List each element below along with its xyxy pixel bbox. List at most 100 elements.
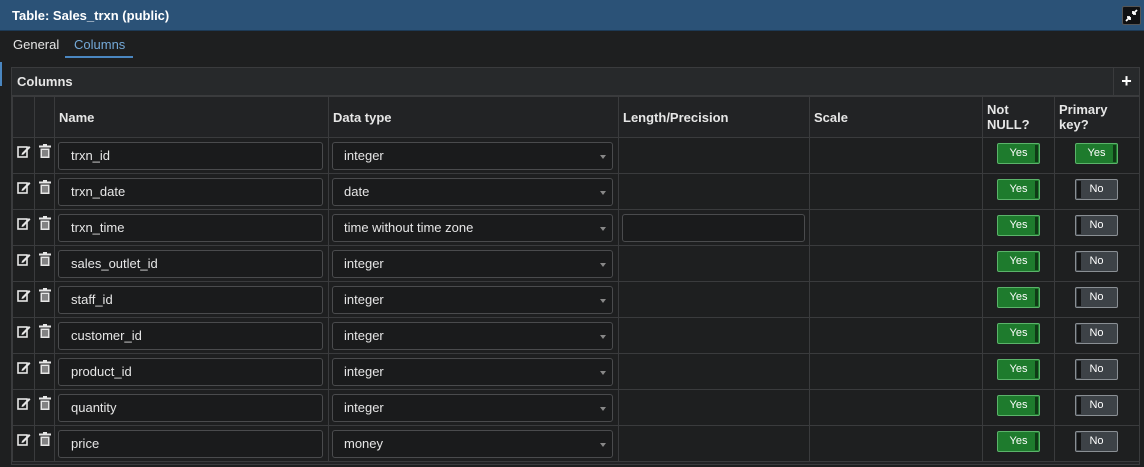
column-name-field[interactable]: trxn_time — [58, 214, 323, 242]
data-type-select[interactable]: integer — [332, 142, 613, 170]
data-type-cell: integer — [328, 389, 619, 426]
dropdown-caret-icon — [600, 335, 606, 339]
delete-cell — [34, 137, 55, 174]
trash-icon[interactable] — [38, 431, 52, 446]
data-type-select[interactable]: time without time zone — [332, 214, 613, 242]
name-cell: trxn_id — [54, 137, 329, 174]
trash-icon[interactable] — [38, 395, 52, 410]
not-null-cell: Yes — [982, 425, 1055, 462]
data-type-select[interactable]: integer — [332, 286, 613, 314]
edit-icon[interactable] — [16, 180, 31, 194]
scale-cell — [809, 245, 983, 282]
data-type-cell: money — [328, 425, 619, 462]
scale-cell — [809, 281, 983, 318]
tab-bar: General Columns — [0, 31, 1144, 59]
not-null-cell: Yes — [982, 137, 1055, 174]
data-type-select[interactable]: integer — [332, 322, 613, 350]
dropdown-caret-icon — [600, 407, 606, 411]
primary-key-toggle[interactable]: No — [1075, 395, 1118, 416]
dropdown-caret-icon — [600, 443, 606, 447]
length-precision-cell — [618, 317, 810, 354]
name-cell: trxn_time — [54, 209, 329, 246]
data-type-cell: integer — [328, 353, 619, 390]
column-name-field[interactable]: trxn_date — [58, 178, 323, 206]
edit-cell — [12, 137, 35, 174]
primary-key-toggle[interactable]: No — [1075, 287, 1118, 308]
edit-icon[interactable] — [16, 216, 31, 230]
not-null-cell: Yes — [982, 389, 1055, 426]
delete-cell — [34, 317, 55, 354]
not-null-cell: Yes — [982, 353, 1055, 390]
collapse-icon[interactable] — [1122, 6, 1141, 25]
data-type-select[interactable]: integer — [332, 358, 613, 386]
tab-general[interactable]: General — [13, 37, 59, 52]
active-tab-indicator — [65, 56, 133, 58]
edit-cell — [12, 281, 35, 318]
data-type-select[interactable]: date — [332, 178, 613, 206]
table-row: sales_outlet_id integer Yes No — [12, 245, 1140, 282]
columns-panel-header: Columns + — [12, 68, 1139, 96]
data-type-value: date — [344, 184, 370, 199]
primary-key-toggle[interactable]: No — [1075, 359, 1118, 380]
primary-key-toggle[interactable]: No — [1075, 215, 1118, 236]
primary-key-toggle[interactable]: No — [1075, 323, 1118, 344]
column-name-field[interactable]: product_id — [58, 358, 323, 386]
data-type-select[interactable]: money — [332, 430, 613, 458]
primary-key-toggle[interactable]: Yes — [1075, 143, 1118, 164]
not-null-toggle[interactable]: Yes — [997, 431, 1040, 452]
primary-key-cell: Yes — [1054, 137, 1140, 174]
primary-key-toggle[interactable]: No — [1075, 251, 1118, 272]
trash-icon[interactable] — [38, 287, 52, 302]
trash-icon[interactable] — [38, 251, 52, 266]
not-null-cell: Yes — [982, 209, 1055, 246]
edit-icon[interactable] — [16, 360, 31, 374]
trash-icon[interactable] — [38, 215, 52, 230]
column-name-field[interactable]: trxn_id — [58, 142, 323, 170]
not-null-toggle[interactable]: Yes — [997, 359, 1040, 380]
name-cell: customer_id — [54, 317, 329, 354]
not-null-toggle[interactable]: Yes — [997, 143, 1040, 164]
edit-icon[interactable] — [16, 324, 31, 338]
scale-cell — [809, 425, 983, 462]
not-null-cell: Yes — [982, 281, 1055, 318]
data-type-select[interactable]: integer — [332, 394, 613, 422]
primary-key-toggle[interactable]: No — [1075, 431, 1118, 452]
edit-icon[interactable] — [16, 432, 31, 446]
not-null-toggle[interactable]: Yes — [997, 251, 1040, 272]
data-type-select[interactable]: integer — [332, 250, 613, 278]
edit-cell — [12, 389, 35, 426]
edit-icon[interactable] — [16, 252, 31, 266]
not-null-toggle[interactable]: Yes — [997, 395, 1040, 416]
name-cell: trxn_date — [54, 173, 329, 210]
not-null-toggle[interactable]: Yes — [997, 287, 1040, 308]
header-scale: Scale — [809, 96, 983, 138]
edit-icon[interactable] — [16, 396, 31, 410]
trash-icon[interactable] — [38, 143, 52, 158]
length-precision-cell — [618, 389, 810, 426]
delete-cell — [34, 353, 55, 390]
data-type-value: integer — [344, 148, 384, 163]
not-null-toggle[interactable]: Yes — [997, 323, 1040, 344]
trash-icon[interactable] — [38, 359, 52, 374]
primary-key-toggle[interactable]: No — [1075, 179, 1118, 200]
column-name-field[interactable]: staff_id — [58, 286, 323, 314]
tab-columns[interactable]: Columns — [74, 37, 125, 52]
header-length-precision: Length/Precision — [618, 96, 810, 138]
table-row: product_id integer Yes No — [12, 353, 1140, 390]
data-type-value: integer — [344, 364, 384, 379]
trash-icon[interactable] — [38, 179, 52, 194]
delete-cell — [34, 209, 55, 246]
column-name-field[interactable]: sales_outlet_id — [58, 250, 323, 278]
edit-icon[interactable] — [16, 144, 31, 158]
column-name-field[interactable]: price — [58, 430, 323, 458]
not-null-toggle[interactable]: Yes — [997, 215, 1040, 236]
add-column-button[interactable]: + — [1113, 68, 1139, 96]
data-type-value: money — [344, 436, 384, 451]
length-precision-input[interactable] — [622, 214, 805, 242]
column-name-field[interactable]: customer_id — [58, 322, 323, 350]
trash-icon[interactable] — [38, 323, 52, 338]
not-null-toggle[interactable]: Yes — [997, 179, 1040, 200]
name-cell: product_id — [54, 353, 329, 390]
edit-icon[interactable] — [16, 288, 31, 302]
column-name-field[interactable]: quantity — [58, 394, 323, 422]
